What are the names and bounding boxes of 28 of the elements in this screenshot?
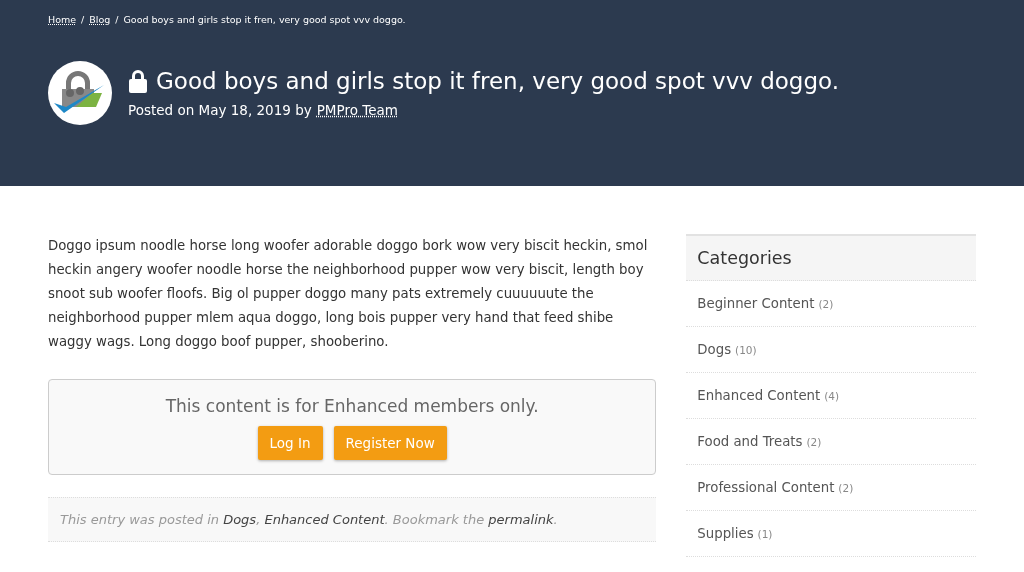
category-link[interactable]: permalink [488,512,554,527]
author-link[interactable]: PMPro Team [316,102,398,118]
category-count: (1) [757,528,773,540]
post-title: Good boys and girls stop it fren, very good spot vvv doggo. [156,68,840,94]
category-count: (10) [735,344,757,356]
category-count: (2) [818,298,834,310]
sidebar-title: Categories [686,234,976,281]
logo-icon [48,61,112,125]
post-body: Doggo ipsum noodle horse long woofer adorable doggo bork wow very biscit heckin, smol heckin angery woofer noodle horse the neighborhood pupper wow very biscit, length boy snoot sub woofer floofs. Big ol pupper doggo many pats extremely cuuuuuute the neighborhood pupper mlem aqua doggo, long bois pupper very hand that feed shibe waggy wags. Long doggo boof pupper, shooberino. [48,237,649,351]
breadcrumb-separator: / [115,14,119,25]
category-link[interactable]: Beginner Content [697,296,815,311]
category-link[interactable]: Professional Content [697,480,835,495]
entry-meta: This entry was posted in Dogs, Enhanced Content. Bookmark the permalink. [48,497,657,542]
breadcrumb-link[interactable]: Home [48,14,77,25]
post-date: Posted on May 18, 2019 by [128,102,312,118]
category-link[interactable]: Food and Treats [697,434,803,449]
category-link[interactable]: Enhanced Content [697,388,821,403]
category-link[interactable]: Dogs [697,342,732,357]
breadcrumb-current: Good boys and girls stop it fren, very good spot vvv doggo. [123,14,406,25]
category-link[interactable]: Dogs [223,512,257,527]
notice-message: This content is for Enhanced members only. [165,396,539,416]
breadcrumb-separator: / [81,14,85,25]
category-link[interactable]: Supplies [697,526,754,541]
category-count: (2) [806,436,822,448]
category-count: (4) [824,390,840,402]
category-link[interactable]: Enhanced Content [264,512,385,527]
breadcrumb-link[interactable]: Blog [89,14,111,25]
category-count: (2) [838,482,854,494]
